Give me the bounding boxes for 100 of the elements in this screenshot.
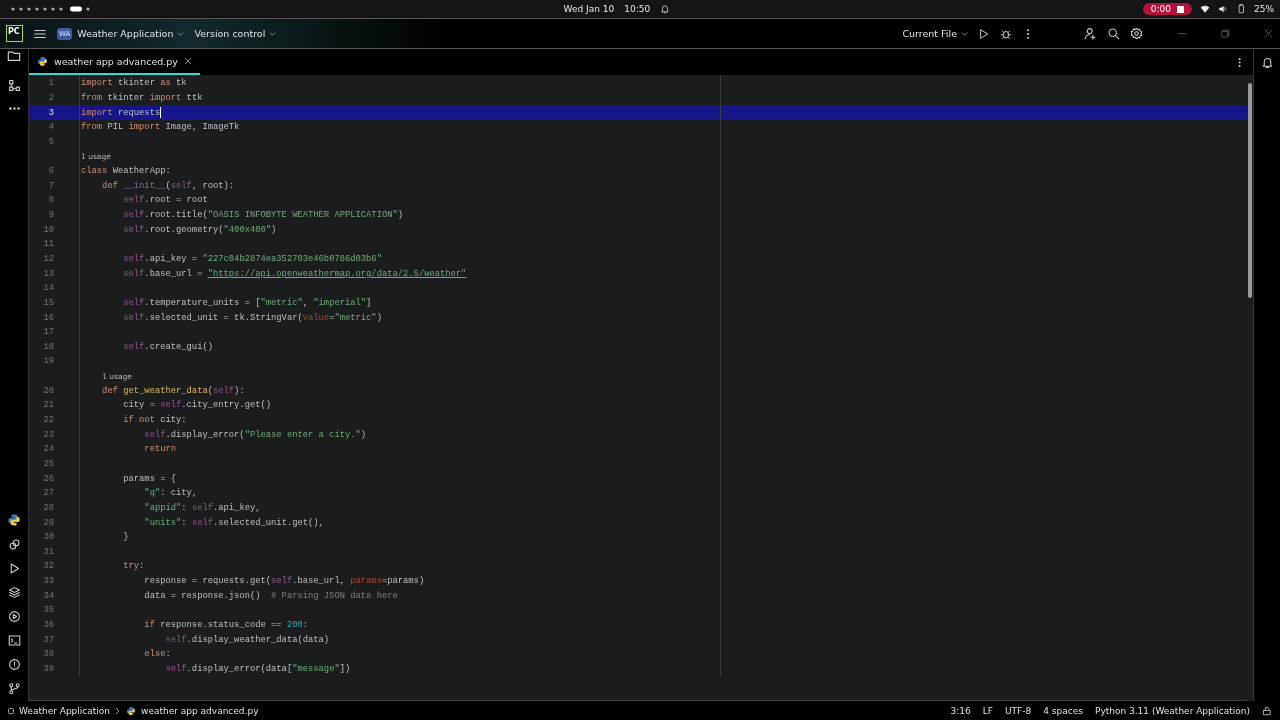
- code-line: self.root.geometry("400x400"): [122, 224, 277, 235]
- services-icon[interactable]: [7, 610, 21, 623]
- structure-icon[interactable]: [7, 79, 21, 92]
- bell-icon[interactable]: [660, 4, 671, 14]
- line-number: 11: [42, 239, 54, 250]
- code-line: self.display_error("Please enter a city."): [143, 429, 367, 440]
- scrollbar-thumb[interactable]: [1248, 83, 1252, 298]
- folder-icon[interactable]: [7, 49, 21, 63]
- line-number: 4: [47, 122, 54, 133]
- code-line: self.root.title("OASIS INFOBYTE WEATHER APPLICATION"): [122, 210, 404, 221]
- wifi-icon[interactable]: [1200, 4, 1210, 14]
- project-dropdown[interactable]: Weather Application: [77, 28, 185, 39]
- line-number: 16: [42, 312, 54, 323]
- line-number: 25: [42, 458, 54, 469]
- line-number: 37: [42, 634, 54, 645]
- plugin-icon[interactable]: [7, 538, 21, 551]
- battery-icon[interactable]: [1236, 4, 1246, 14]
- line-number: 18: [42, 341, 54, 352]
- app-logo[interactable]: PC: [6, 25, 23, 42]
- settings-icon[interactable]: [1130, 27, 1143, 40]
- recording-indicator[interactable]: 0:00: [1142, 3, 1192, 15]
- code-line: data = response.json() # Parsing JSON data here: [143, 590, 398, 601]
- caret-icon: [961, 30, 968, 37]
- line-number: 26: [42, 473, 54, 484]
- bug-icon[interactable]: [1000, 27, 1012, 40]
- line-number: 31: [42, 546, 54, 557]
- line-number: 17: [42, 327, 54, 338]
- module-icon: [8, 707, 14, 714]
- line-number: 15: [42, 297, 54, 308]
- clock-time: 10:50: [624, 4, 651, 14]
- python-file-icon: [37, 55, 48, 67]
- line-number: 6: [47, 166, 54, 177]
- code-line: else:: [143, 649, 171, 660]
- volume-icon[interactable]: [1218, 4, 1228, 14]
- line-number: 27: [42, 488, 54, 499]
- code-line: import requests: [81, 107, 161, 118]
- code-line: class WeatherApp:: [81, 166, 171, 177]
- breadcrumb-item[interactable]: Weather Application: [19, 705, 111, 716]
- git-branch-icon[interactable]: [7, 682, 21, 695]
- caret-icon: [269, 30, 277, 37]
- add-user-icon[interactable]: [1084, 27, 1097, 40]
- layers-icon[interactable]: [7, 586, 21, 599]
- code-line: response = requests.get(self.base_url, params=params): [143, 576, 425, 587]
- file-encoding[interactable]: UTF-8: [1005, 705, 1032, 716]
- line-number: 14: [42, 283, 54, 294]
- code-line: from tkinter import ttk: [81, 92, 203, 103]
- line-number: 13: [42, 268, 54, 279]
- code-line: self.api_key = "227c04b2874ea352703e46b0786d03b6": [122, 254, 382, 264]
- code-line: self.temperature_units = ["metric", "imperial"]: [122, 297, 372, 308]
- line-separator[interactable]: LF: [982, 705, 994, 716]
- code-line: self.root = root: [122, 195, 208, 206]
- indent-setting[interactable]: 4 spaces: [1043, 705, 1083, 716]
- workspace-indicator-icon[interactable]: [10, 6, 82, 12]
- line-number: 19: [42, 356, 54, 367]
- code-line: return: [143, 444, 177, 455]
- chevron-icon: [115, 706, 122, 715]
- code-line: self.display_error(data["message"]): [164, 663, 351, 674]
- line-number: 28: [42, 502, 54, 513]
- caret-icon: [177, 30, 185, 37]
- run-icon[interactable]: [978, 27, 990, 40]
- vcs-dropdown[interactable]: Version control: [194, 28, 277, 39]
- code-line: city = self.city_entry.get(): [122, 400, 272, 411]
- caret-position[interactable]: 3:16: [950, 705, 971, 716]
- line-number: 22: [42, 415, 54, 426]
- code-line: }: [122, 532, 129, 543]
- python-console-icon[interactable]: [7, 513, 21, 527]
- code-line: params = {: [122, 473, 177, 484]
- terminal-icon[interactable]: [7, 634, 21, 647]
- line-number: 35: [42, 605, 54, 616]
- clock-date: Wed Jan 10: [563, 4, 615, 14]
- line-number: 23: [42, 429, 54, 440]
- line-number: 8: [47, 195, 54, 206]
- breadcrumb-item[interactable]: weather app advanced.py: [141, 705, 259, 716]
- code-line: from PIL import Image, ImageTk: [81, 122, 240, 133]
- code-line: "appid": self.api_key,: [143, 502, 261, 513]
- line-number: 24: [42, 444, 54, 455]
- code-line: self.create_gui(): [122, 341, 213, 352]
- code-line: if not city:: [122, 415, 187, 426]
- code-line: if response.status_code == 200:: [143, 620, 308, 630]
- lock-icon[interactable]: [1262, 705, 1272, 716]
- battery-level: 25%: [1254, 4, 1274, 14]
- code-line: try:: [122, 561, 145, 572]
- search-icon[interactable]: [1107, 27, 1120, 40]
- workspace-indicator-icon[interactable]: [85, 6, 91, 12]
- line-number: 29: [42, 517, 54, 528]
- text-cursor: [160, 107, 162, 119]
- notifications-icon[interactable]: [1260, 55, 1274, 69]
- close-icon[interactable]: [183, 57, 192, 65]
- code-line: "q": city,: [143, 488, 198, 499]
- line-number: 1: [47, 78, 54, 89]
- problems-icon[interactable]: [7, 658, 21, 671]
- interpreter-selector[interactable]: Python 3.11 (Weather Application): [1094, 705, 1250, 716]
- line-number: 9: [47, 210, 54, 221]
- line-number: 30: [42, 532, 54, 543]
- line-number: 12: [42, 254, 54, 264]
- run-config-dropdown[interactable]: Current File: [902, 28, 968, 39]
- line-number: 5: [47, 136, 54, 147]
- line-number: 10: [42, 224, 54, 235]
- line-number: 3: [47, 107, 54, 118]
- line-number: 39: [42, 663, 54, 674]
